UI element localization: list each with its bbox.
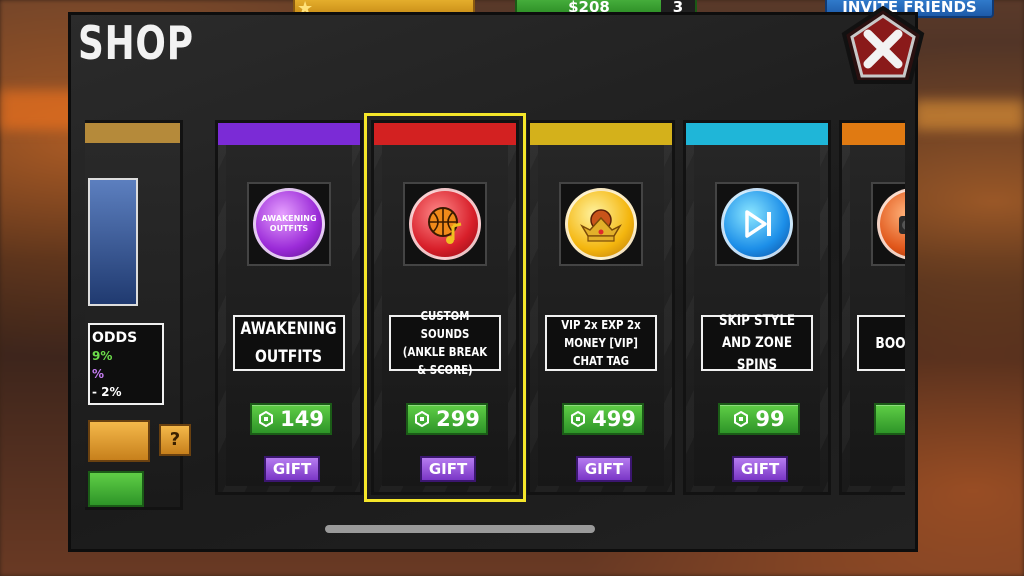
- shop-card-custom-sounds[interactable]: CUSTOM SOUNDS (ANKLE BREAK & SCORE) 299 …: [364, 113, 526, 502]
- shop-card-skip-spins[interactable]: SKIP STYLE AND ZONE SPINS 99 GIFT: [683, 120, 831, 495]
- item-label-text: CUSTOM SOUNDS (ANKLE BREAK & SCORE): [402, 309, 488, 377]
- card-accent-bar: [218, 123, 360, 145]
- crown-icon: [565, 188, 637, 260]
- close-x-icon[interactable]: [841, 5, 925, 84]
- price-text: 499: [592, 407, 636, 431]
- card-accent-bar: [686, 123, 828, 145]
- robux-icon: [734, 411, 749, 427]
- price-button[interactable]: 499: [562, 403, 644, 435]
- robux-icon: [259, 411, 274, 427]
- player-portrait: [88, 178, 138, 306]
- shop-card-odds-partial[interactable]: ODDS 9% % - 2% ?: [85, 120, 191, 510]
- close-button[interactable]: [838, 4, 928, 94]
- icon-text-1: AWAKENING OUTFITS: [261, 214, 316, 233]
- item-label: VIP 2x EXP 2x MONEY [VIP] CHAT TAG: [545, 315, 657, 371]
- item-label: SKIP STYLE AND ZONE SPINS: [701, 313, 813, 373]
- price-button[interactable]: 99: [718, 403, 800, 435]
- item-icon-frame: AWAKENING OUTFITS: [247, 182, 331, 266]
- item-label: CUSTOM SOUNDS (ANKLE BREAK & SCORE): [389, 309, 501, 377]
- robux-icon: [415, 411, 430, 427]
- robux-icon: [904, 411, 905, 427]
- odds-label: ODDS: [92, 330, 138, 346]
- card-accent-bar: [374, 123, 516, 145]
- gift-button[interactable]: GIFT: [264, 456, 320, 482]
- item-label-text: SKIP STYLE AND ZONE SPINS: [718, 313, 796, 373]
- shop-title: SHOP: [78, 16, 194, 70]
- robux-icon: [571, 411, 586, 427]
- awakening-outfits-icon: AWAKENING OUTFITS: [253, 188, 325, 260]
- price-button[interactable]: 149: [250, 403, 332, 435]
- carousel-scrollbar[interactable]: [325, 525, 595, 533]
- odds-box: ODDS 9% % - 2%: [88, 323, 164, 405]
- gold-buy-button[interactable]: [88, 420, 150, 462]
- green-buy-button[interactable]: [88, 471, 144, 507]
- price-button[interactable]: [874, 403, 905, 435]
- card-accent-bar: [85, 123, 180, 143]
- help-button[interactable]: ?: [159, 424, 191, 456]
- item-icon-frame: [715, 182, 799, 266]
- price-button[interactable]: 299: [406, 403, 488, 435]
- item-icon-frame: [871, 182, 905, 266]
- shop-card-vip[interactable]: VIP 2x EXP 2x MONEY [VIP] CHAT TAG 499 G…: [527, 120, 675, 495]
- item-icon-frame: [559, 182, 643, 266]
- gift-button[interactable]: GIFT: [732, 456, 788, 482]
- item-label: AWAKENING OUTFITS: [233, 315, 345, 371]
- price-text: 299: [436, 407, 480, 431]
- item-label: BOO (MUSI: [857, 315, 905, 371]
- item-label-text: AWAKENING OUTFITS: [241, 319, 337, 367]
- price-text: 99: [755, 407, 785, 431]
- odds-line-2: %: [92, 367, 105, 381]
- odds-line-1: 9%: [92, 349, 113, 363]
- card-accent-bar: [842, 123, 905, 145]
- item-icon-frame: [403, 182, 487, 266]
- background-light-right: [914, 100, 1024, 130]
- skip-icon: [721, 188, 793, 260]
- shop-card-awakening-outfits[interactable]: AWAKENING OUTFITS AWAKENING OUTFITS 149 G…: [215, 120, 363, 495]
- basketball-note-icon: [409, 188, 481, 260]
- price-text: 149: [280, 407, 324, 431]
- boombox-icon: [877, 188, 905, 260]
- item-label-text: BOO (MUSI: [875, 334, 905, 352]
- item-label-text: VIP 2x EXP 2x MONEY [VIP] CHAT TAG: [561, 318, 641, 368]
- card-accent-bar: [530, 123, 672, 145]
- gift-button[interactable]: GIFT: [576, 456, 632, 482]
- gift-button[interactable]: GIFT: [420, 456, 476, 482]
- shop-card-boombox[interactable]: BOO (MUSI: [839, 120, 905, 495]
- shop-cards-carousel[interactable]: ODDS 9% % - 2% ? AWAKENING OUTFITS AWAKEN…: [85, 100, 905, 515]
- odds-line-3: - 2%: [92, 385, 122, 399]
